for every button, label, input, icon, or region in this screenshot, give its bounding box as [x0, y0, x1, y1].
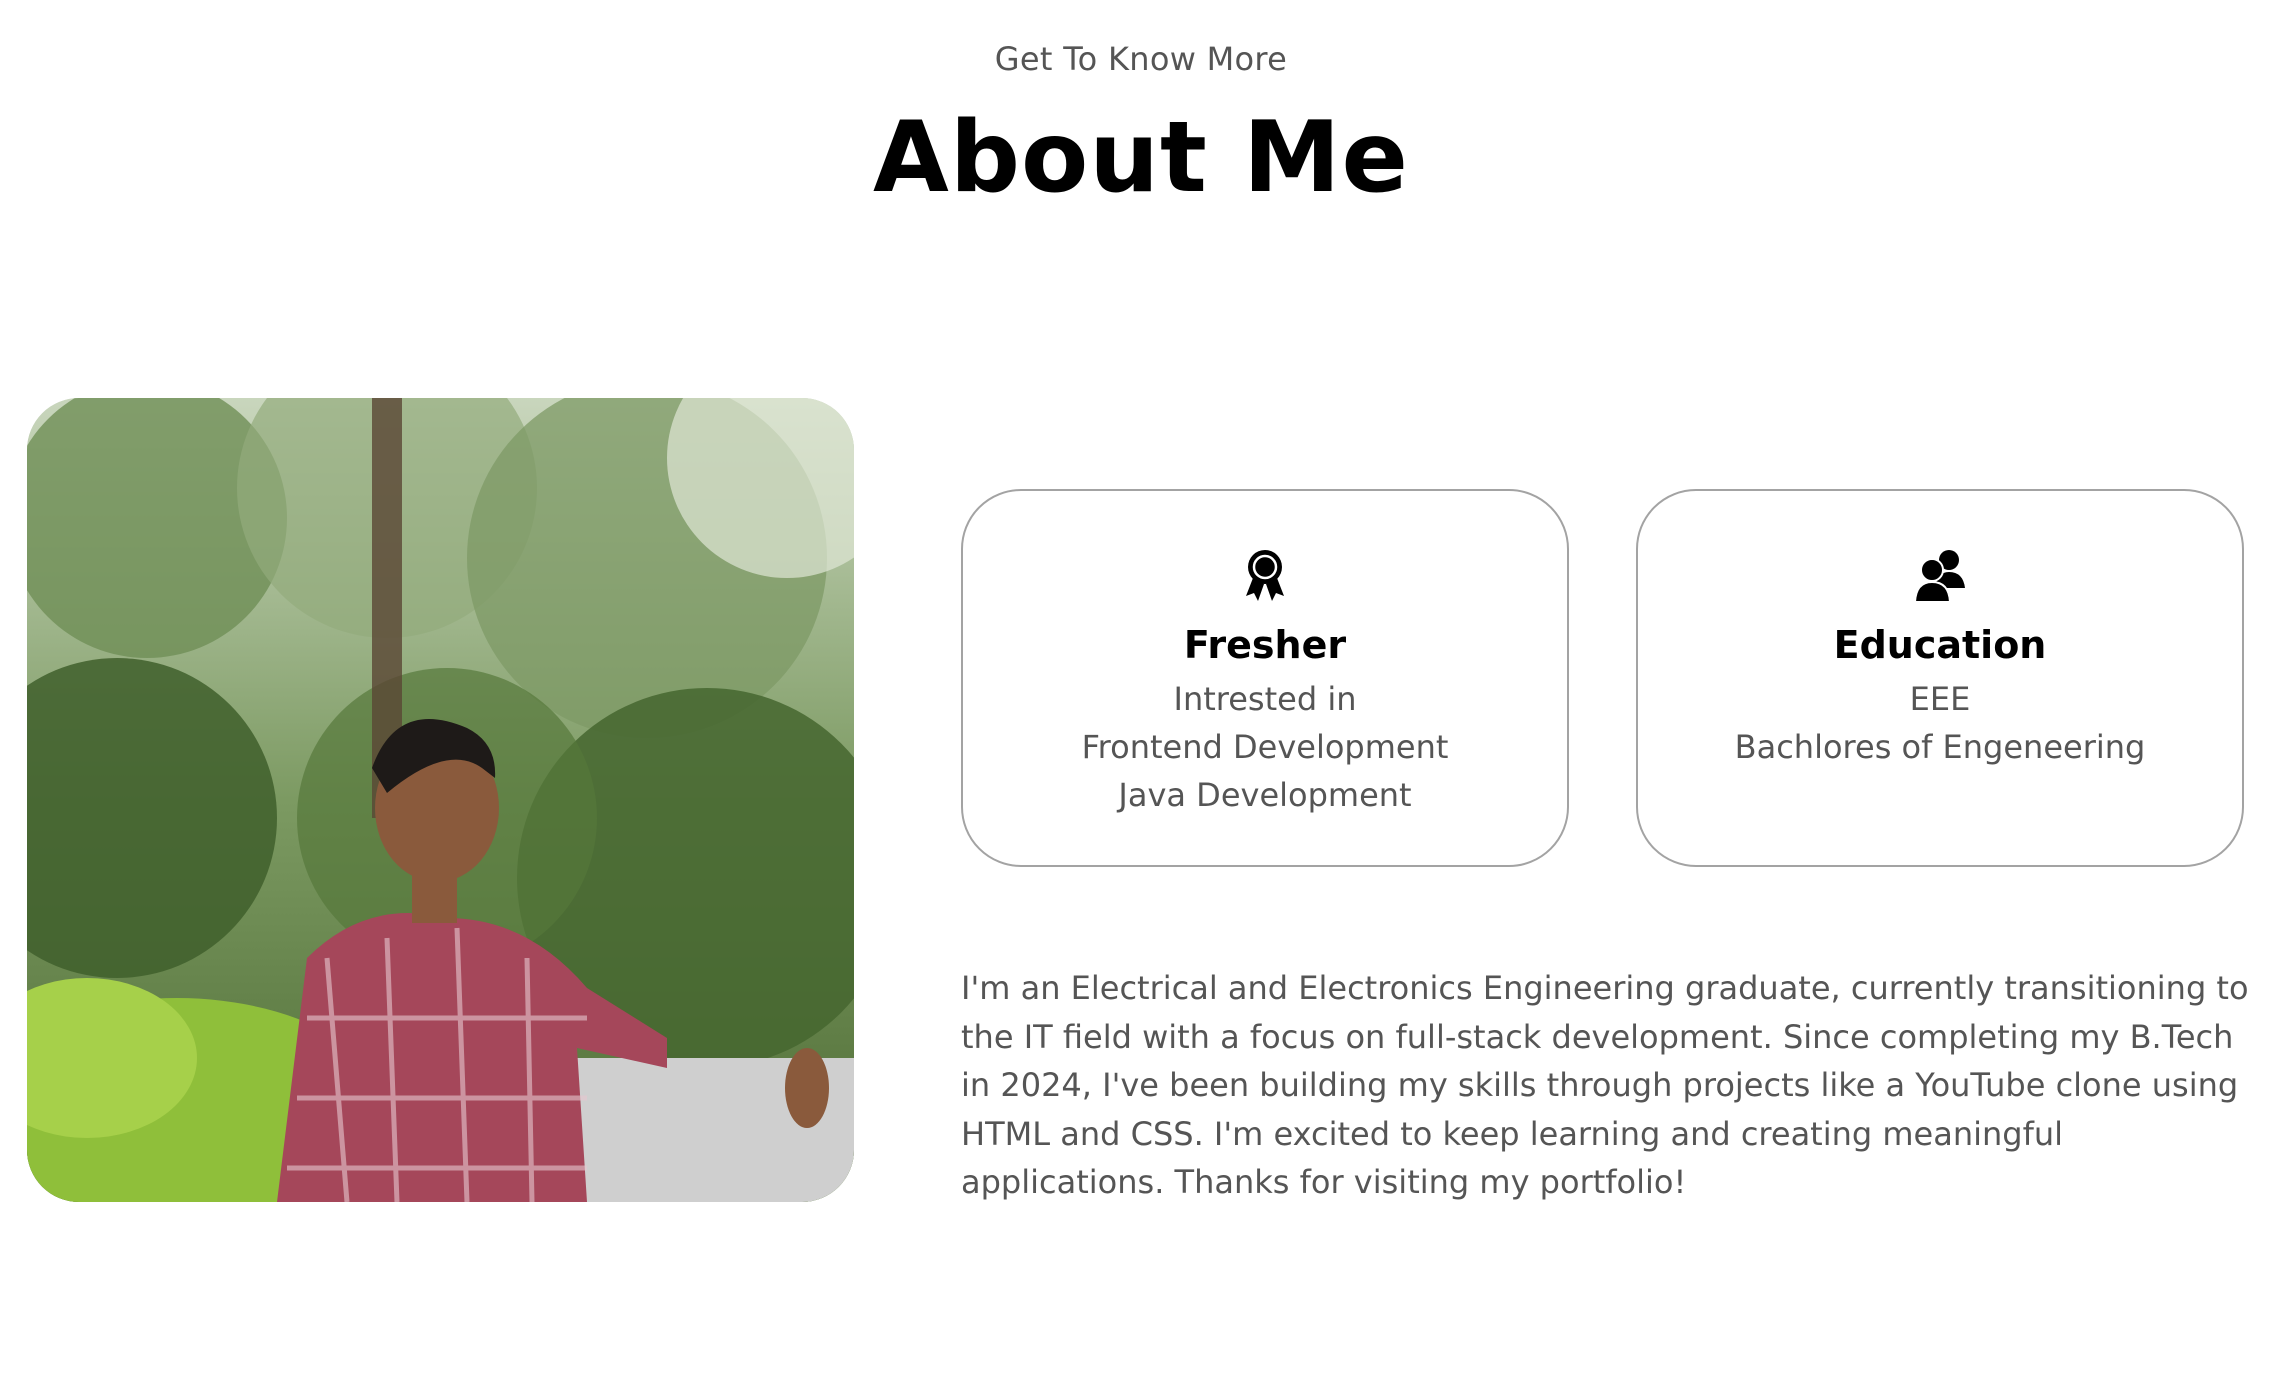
users-icon — [1638, 548, 2242, 604]
section-title: About Me — [872, 101, 1410, 215]
card-detail: Java Development — [1118, 776, 1412, 814]
card-title: Fresher — [1183, 623, 1347, 667]
profile-photo-illustration — [27, 398, 854, 1202]
card-detail: Frontend Development — [1081, 728, 1449, 766]
experience-card: Fresher Intrested in Frontend Developmen… — [961, 489, 1569, 867]
section-subtitle: Get To Know More — [994, 40, 1288, 78]
profile-photo — [27, 398, 854, 1202]
card-detail: Bachlores of Engeneering — [1734, 728, 2146, 766]
card-detail: Intrested in — [1173, 680, 1357, 718]
award-ribbon-icon — [963, 548, 1567, 604]
bio-paragraph: I'm an Electrical and Electronics Engine… — [961, 969, 2249, 1201]
card-title: Education — [1833, 623, 2047, 667]
card-detail: EEE — [1909, 680, 1971, 718]
education-card: Education EEE Bachlores of Engeneering — [1636, 489, 2244, 867]
